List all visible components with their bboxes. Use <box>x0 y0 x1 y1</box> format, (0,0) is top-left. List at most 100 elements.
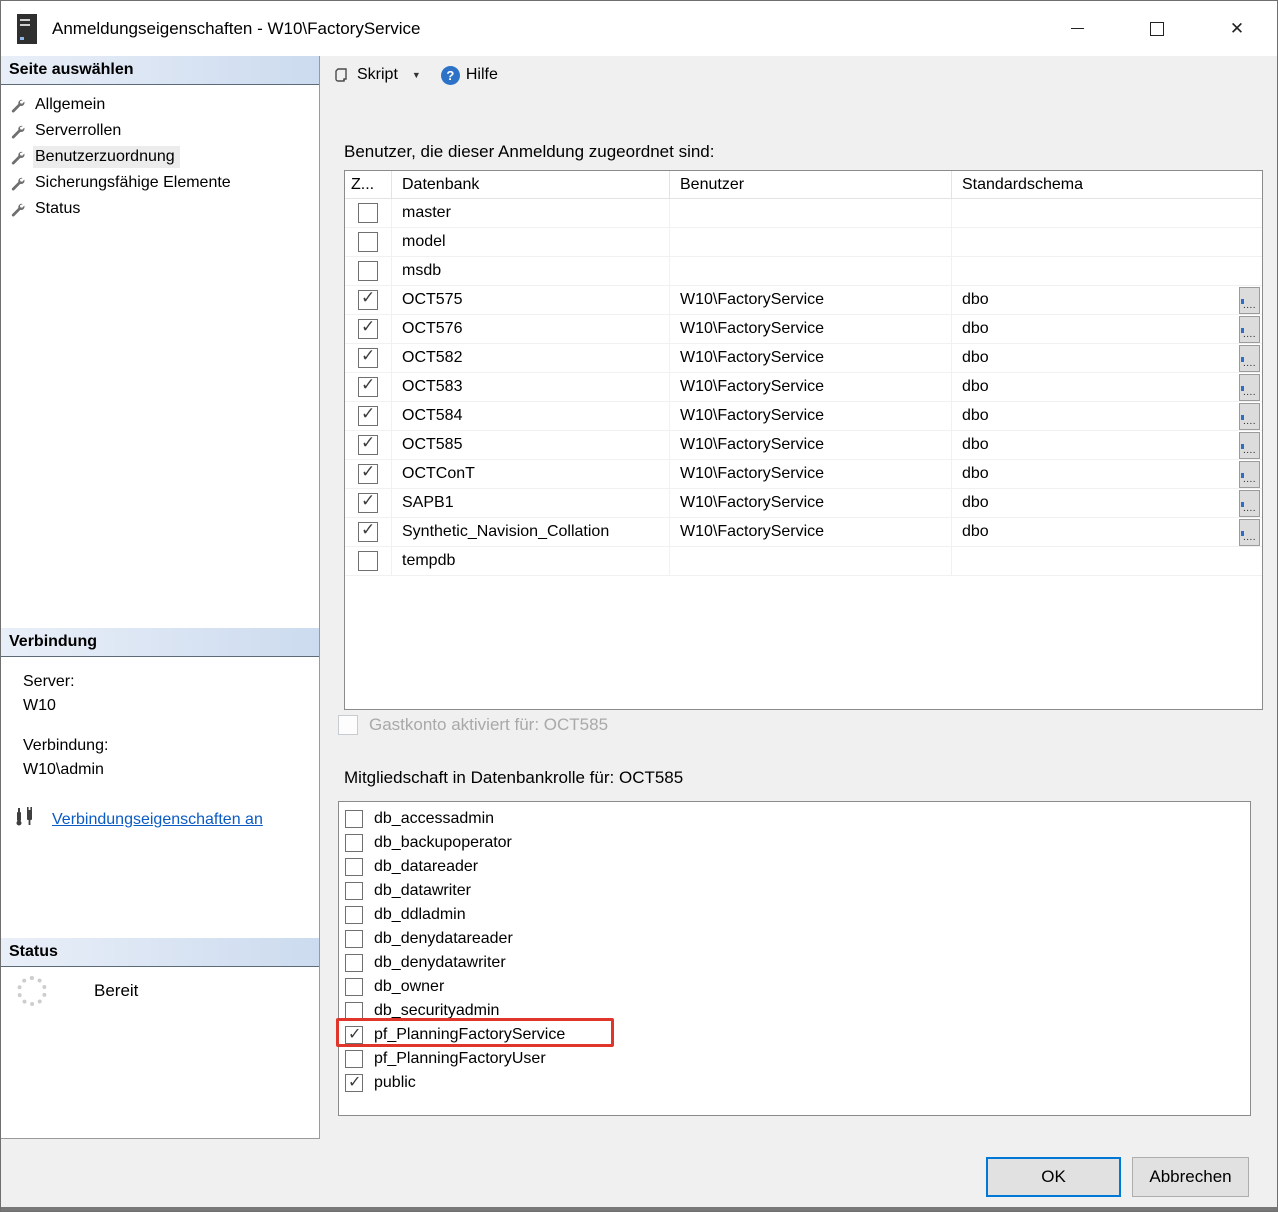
table-row[interactable]: OCT585 W10\FactoryService dbo .... <box>345 431 1262 460</box>
database-cell[interactable]: OCT585 <box>392 431 670 459</box>
database-cell[interactable]: SAPB1 <box>392 489 670 517</box>
user-cell[interactable] <box>670 228 952 256</box>
user-cell[interactable]: W10\FactoryService <box>670 518 952 546</box>
role-list-item[interactable]: pf_PlanningFactoryUser <box>339 1047 1250 1071</box>
database-cell[interactable]: OCT584 <box>392 402 670 430</box>
database-cell[interactable]: OCT582 <box>392 344 670 372</box>
role-checkbox[interactable] <box>345 978 363 996</box>
table-row[interactable]: OCT584 W10\FactoryService dbo .... <box>345 402 1262 431</box>
browse-schema-button[interactable]: .... <box>1239 287 1260 314</box>
role-checkbox[interactable] <box>345 882 363 900</box>
schema-cell[interactable]: dbo .... <box>952 315 1262 343</box>
browse-schema-button[interactable]: .... <box>1239 461 1260 488</box>
maximize-button[interactable] <box>1117 1 1197 56</box>
sidebar-item[interactable]: Allgemein <box>1 92 319 118</box>
guest-account-checkbox[interactable] <box>338 715 358 735</box>
table-row[interactable]: SAPB1 W10\FactoryService dbo .... <box>345 489 1262 518</box>
schema-cell[interactable]: dbo .... <box>952 460 1262 488</box>
map-checkbox[interactable] <box>358 232 378 252</box>
map-checkbox[interactable] <box>358 203 378 223</box>
map-checkbox[interactable] <box>358 464 378 484</box>
schema-cell[interactable]: dbo .... <box>952 344 1262 372</box>
column-header-schema[interactable]: Standardschema <box>952 171 1262 198</box>
map-checkbox[interactable] <box>358 522 378 542</box>
role-list-item[interactable]: db_denydatareader <box>339 927 1250 951</box>
map-checkbox[interactable] <box>358 377 378 397</box>
schema-cell[interactable]: .... <box>952 199 1262 227</box>
ok-button[interactable]: OK <box>986 1157 1121 1197</box>
role-checkbox[interactable] <box>345 1002 363 1020</box>
table-row[interactable]: OCT583 W10\FactoryService dbo .... <box>345 373 1262 402</box>
role-checkbox[interactable] <box>345 810 363 828</box>
role-list-item[interactable]: public <box>339 1071 1250 1095</box>
user-cell[interactable]: W10\FactoryService <box>670 344 952 372</box>
map-checkbox[interactable] <box>358 406 378 426</box>
sidebar-item[interactable]: Serverrollen <box>1 118 319 144</box>
role-list-item[interactable]: db_ddladmin <box>339 903 1250 927</box>
user-cell[interactable] <box>670 547 952 575</box>
user-cell[interactable] <box>670 257 952 285</box>
table-row[interactable]: OCT582 W10\FactoryService dbo .... <box>345 344 1262 373</box>
browse-schema-button[interactable]: .... <box>1239 345 1260 372</box>
table-row[interactable]: model .... <box>345 228 1262 257</box>
database-cell[interactable]: OCT575 <box>392 286 670 314</box>
schema-cell[interactable]: dbo .... <box>952 518 1262 546</box>
role-list-item[interactable]: pf_PlanningFactoryService <box>339 1023 1250 1047</box>
database-cell[interactable]: OCTConT <box>392 460 670 488</box>
role-list-item[interactable]: db_denydatawriter <box>339 951 1250 975</box>
map-checkbox[interactable] <box>358 493 378 513</box>
role-list-item[interactable]: db_accessadmin <box>339 807 1250 831</box>
schema-cell[interactable]: dbo .... <box>952 286 1262 314</box>
user-cell[interactable]: W10\FactoryService <box>670 431 952 459</box>
view-connection-properties-link[interactable]: Verbindungseigenschaften an <box>52 811 263 829</box>
map-checkbox[interactable] <box>358 290 378 310</box>
sidebar-item[interactable]: Benutzerzuordnung <box>1 144 319 170</box>
browse-schema-button[interactable]: .... <box>1239 432 1260 459</box>
schema-cell[interactable]: dbo .... <box>952 489 1262 517</box>
map-checkbox[interactable] <box>358 551 378 571</box>
role-list-item[interactable]: db_datareader <box>339 855 1250 879</box>
role-checkbox[interactable] <box>345 858 363 876</box>
database-cell[interactable]: msdb <box>392 257 670 285</box>
schema-cell[interactable]: dbo .... <box>952 431 1262 459</box>
table-row[interactable]: tempdb .... <box>345 547 1262 576</box>
database-cell[interactable]: OCT576 <box>392 315 670 343</box>
role-list-item[interactable]: db_securityadmin <box>339 999 1250 1023</box>
database-cell[interactable]: master <box>392 199 670 227</box>
table-row[interactable]: msdb .... <box>345 257 1262 286</box>
user-cell[interactable]: W10\FactoryService <box>670 373 952 401</box>
user-cell[interactable]: W10\FactoryService <box>670 286 952 314</box>
browse-schema-button[interactable]: .... <box>1239 519 1260 546</box>
database-cell[interactable]: tempdb <box>392 547 670 575</box>
minimize-button[interactable] <box>1037 1 1117 56</box>
user-cell[interactable]: W10\FactoryService <box>670 489 952 517</box>
table-row[interactable]: master .... <box>345 199 1262 228</box>
database-cell[interactable]: model <box>392 228 670 256</box>
role-checkbox[interactable] <box>345 906 363 924</box>
schema-cell[interactable]: .... <box>952 228 1262 256</box>
column-header-mapped[interactable]: Z... <box>345 171 392 198</box>
close-button[interactable]: ✕ <box>1197 1 1277 56</box>
browse-schema-button[interactable]: .... <box>1239 403 1260 430</box>
schema-cell[interactable]: .... <box>952 547 1262 575</box>
user-cell[interactable]: W10\FactoryService <box>670 460 952 488</box>
user-cell[interactable] <box>670 199 952 227</box>
role-checkbox[interactable] <box>345 1074 363 1092</box>
script-button[interactable]: Skript <box>357 66 398 84</box>
schema-cell[interactable]: .... <box>952 257 1262 285</box>
role-list-item[interactable]: db_backupoperator <box>339 831 1250 855</box>
role-checkbox[interactable] <box>345 1050 363 1068</box>
column-header-database[interactable]: Datenbank <box>392 171 670 198</box>
map-checkbox[interactable] <box>358 348 378 368</box>
table-row[interactable]: OCT575 W10\FactoryService dbo .... <box>345 286 1262 315</box>
map-checkbox[interactable] <box>358 261 378 281</box>
cancel-button[interactable]: Abbrechen <box>1132 1157 1249 1197</box>
sidebar-item[interactable]: Sicherungsfähige Elemente <box>1 170 319 196</box>
role-checkbox[interactable] <box>345 930 363 948</box>
role-checkbox[interactable] <box>345 1026 363 1044</box>
table-row[interactable]: OCT576 W10\FactoryService dbo .... <box>345 315 1262 344</box>
browse-schema-button[interactable]: .... <box>1239 490 1260 517</box>
map-checkbox[interactable] <box>358 319 378 339</box>
user-cell[interactable]: W10\FactoryService <box>670 402 952 430</box>
map-checkbox[interactable] <box>358 435 378 455</box>
